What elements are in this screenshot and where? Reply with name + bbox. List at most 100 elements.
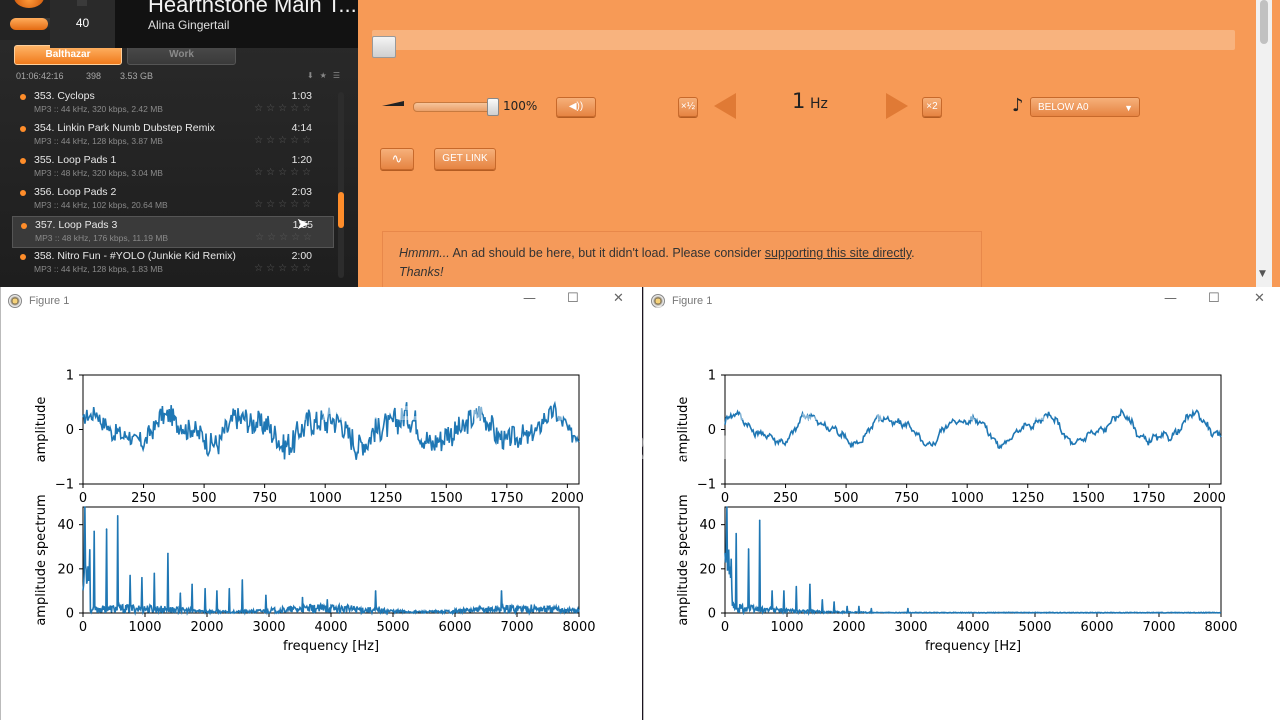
close-button[interactable]: ✕ [1254, 291, 1265, 306]
chevron-down-icon: ▼ [1124, 103, 1133, 113]
tab-work[interactable]: Work [127, 45, 236, 65]
track-duration: 1:03 [291, 90, 312, 102]
track-bullet-icon [20, 158, 26, 164]
maximize-button[interactable]: ☐ [567, 291, 579, 306]
x-tick-label: 2000 [190, 620, 223, 635]
x-tick-label: 1750 [490, 491, 523, 506]
x-tick-label: 0 [79, 620, 87, 635]
track-duration: 4:14 [291, 122, 312, 134]
spectrum-peak-point [265, 594, 267, 597]
minimize-button[interactable]: — [523, 291, 536, 306]
spectrum-peak-point [241, 579, 244, 581]
x-tick-label: 1000 [309, 491, 342, 506]
double-frequency-button[interactable]: ×2 [922, 97, 942, 117]
track-row[interactable]: 357. Loop Pads 3 MP3 :: 48 kHz, 176 kbps,… [12, 216, 334, 248]
track-bullet-icon [20, 190, 26, 196]
track-row[interactable]: 358. Nitro Fun - #YOLO (Junkie Kid Remix… [12, 248, 332, 278]
spectrum-peak-point [726, 506, 728, 508]
spectrum-peak-point [870, 607, 873, 610]
spectrum-peak-point [783, 590, 785, 592]
frequency-value[interactable]: 1 [792, 89, 805, 113]
x-tick-label: 0 [79, 491, 87, 506]
track-title: 354. Linkin Park Numb Dubstep Remix [34, 122, 215, 134]
tone-slider-handle[interactable] [372, 36, 396, 58]
spectrum-peak-point [500, 590, 503, 592]
x-tick-label: 5000 [1018, 620, 1051, 635]
now-playing-title: Hearthstone Main T... [148, 0, 357, 17]
spectrum-peak-point [228, 587, 231, 590]
matplotlib-icon [8, 294, 22, 308]
get-link-button[interactable]: GET LINK [434, 148, 496, 170]
track-rating-stars[interactable]: ☆☆☆☆☆ [254, 199, 314, 210]
track-meta: MP3 :: 44 kHz, 320 kbps, 2.42 MB [34, 104, 163, 114]
close-button[interactable]: ✕ [613, 291, 624, 306]
x-tick-label: 1250 [1011, 491, 1044, 506]
x-tick-label: 8000 [562, 620, 595, 635]
track-bullet-icon [20, 126, 26, 132]
spectrum-peak-point [179, 592, 182, 594]
decrease-frequency-icon[interactable] [714, 93, 736, 119]
spectrum-peak-point [216, 590, 218, 592]
axes-frame [724, 374, 1222, 485]
note-select[interactable]: BELOW A0 ▼ [1030, 97, 1140, 117]
track-row[interactable]: 355. Loop Pads 1 MP3 :: 48 kHz, 320 kbps,… [12, 152, 332, 182]
ad-message: Hmmm... An ad should be here, but it did… [399, 244, 974, 282]
x-tick-label: 7000 [1142, 620, 1175, 635]
ad-end: . [911, 246, 915, 260]
track-row[interactable]: 353. Cyclops MP3 :: 44 kHz, 320 kbps, 2.4… [12, 88, 332, 118]
spectrum-peak-point [374, 590, 377, 592]
track-row[interactable]: 354. Linkin Park Numb Dubstep Remix MP3 :… [12, 120, 332, 150]
volume-slider[interactable] [413, 102, 495, 112]
playlist-stats: 01:06:42:16 398 3.53 GB ⬇★☰ [16, 71, 346, 83]
volume-tile[interactable]: 40 [50, 0, 115, 48]
halve-frequency-button[interactable]: ×½ [678, 97, 698, 117]
track-rating-stars[interactable]: ☆☆☆☆☆ [254, 167, 314, 178]
support-link[interactable]: supporting this site directly [765, 246, 911, 260]
matplotlib-icon [651, 294, 665, 308]
track-meta: MP3 :: 48 kHz, 176 kbps, 11.19 MB [35, 233, 169, 243]
track-meta: MP3 :: 44 kHz, 128 kbps, 1.83 MB [34, 264, 163, 274]
track-title: 355. Loop Pads 1 [34, 154, 117, 166]
spectrum-peak-point [153, 572, 156, 575]
spectrum-peak-point [204, 587, 206, 590]
x-tick-label: 1750 [1132, 491, 1165, 506]
y-tick-label: 40 [699, 518, 716, 533]
track-row[interactable]: 356. Loop Pads 2 MP3 :: 44 kHz, 102 kbps,… [12, 184, 332, 214]
spectrum-peak-point [821, 598, 824, 601]
track-rating-stars[interactable]: ☆☆☆☆☆ [254, 135, 314, 146]
increase-frequency-icon[interactable] [886, 93, 908, 119]
x-tick-label: 5000 [376, 620, 409, 635]
player-seek-fill [10, 18, 48, 30]
minimize-button[interactable]: — [1164, 291, 1177, 306]
scroll-down-icon[interactable]: ▼ [1259, 269, 1266, 279]
axes-frame [82, 506, 580, 614]
x-tick-label: 750 [894, 491, 919, 506]
spectrum-peak-point [326, 598, 329, 601]
spectrum-peak-point [795, 585, 798, 588]
y-tick-label: 1 [708, 369, 716, 384]
track-rating-stars[interactable]: ☆☆☆☆☆ [254, 103, 314, 114]
x-tick-label: 1500 [1072, 491, 1105, 506]
x-tick-label: 2000 [551, 491, 584, 506]
maximize-button[interactable]: ☐ [1208, 291, 1220, 306]
playlist-tool-icons[interactable]: ⬇★☰ [307, 71, 346, 80]
y-tick-label: 40 [57, 518, 74, 533]
music-note-icon: ♪ [1012, 95, 1024, 116]
playlist-duration: 01:06:42:16 [16, 71, 64, 81]
waveform-button[interactable]: ∿ [380, 148, 414, 170]
playlist-tabs: Balthazar Work [14, 45, 336, 65]
volume-bar-icon [77, 0, 87, 6]
ad-hmm: Hmmm... [399, 246, 450, 260]
track-rating-stars[interactable]: ☆☆☆☆☆ [255, 232, 315, 243]
volume-slider-knob[interactable] [487, 98, 499, 116]
track-rating-stars[interactable]: ☆☆☆☆☆ [254, 263, 314, 274]
track-bullet-icon [20, 254, 26, 260]
tracklist-scrollbar[interactable] [338, 92, 344, 278]
tone-slider-track[interactable] [372, 30, 1235, 50]
tracklist-scroll-thumb[interactable] [338, 192, 344, 228]
page-scroll-thumb[interactable] [1260, 0, 1268, 44]
mute-button[interactable]: ◀)) [556, 97, 596, 117]
tab-balthazar[interactable]: Balthazar [14, 45, 122, 65]
spectrum-peak-point [105, 528, 108, 530]
spectrum-peak-point [735, 532, 737, 535]
